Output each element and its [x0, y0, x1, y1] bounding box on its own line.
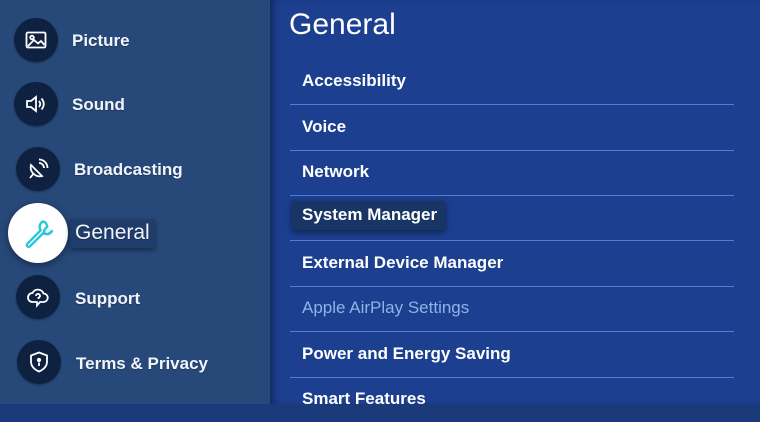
- wrench-icon: [8, 203, 68, 263]
- sidebar-item-sound[interactable]: Sound: [0, 77, 270, 131]
- menu-item-voice[interactable]: Voice: [290, 105, 734, 151]
- page-title: General: [289, 8, 396, 41]
- sidebar-item-label: Terms & Privacy: [76, 354, 208, 373]
- menu-item-system-manager[interactable]: System Manager: [290, 195, 734, 241]
- settings-sidebar: Picture Sound Broadcasting General Suppo…: [0, 0, 270, 404]
- menu-item-label: Smart Features: [302, 389, 426, 408]
- sidebar-item-picture[interactable]: Picture: [0, 13, 270, 67]
- menu-item-label: Power and Energy Saving: [302, 344, 511, 363]
- sidebar-item-label: Sound: [72, 95, 125, 114]
- sidebar-item-broadcasting[interactable]: Broadcasting: [0, 141, 270, 195]
- shield-icon: [17, 340, 61, 384]
- general-settings-panel: General Accessibility Voice Network Syst…: [270, 0, 760, 408]
- sidebar-item-terms-privacy[interactable]: Terms & Privacy: [0, 335, 270, 389]
- menu-item-external-device-manager[interactable]: External Device Manager: [290, 241, 734, 287]
- menu-item-power-energy-saving[interactable]: Power and Energy Saving: [290, 332, 734, 378]
- sidebar-item-label: Picture: [72, 31, 130, 50]
- menu-item-accessibility[interactable]: Accessibility: [290, 59, 734, 105]
- menu-item-network[interactable]: Network: [290, 150, 734, 196]
- menu-item-apple-airplay-settings[interactable]: Apple AirPlay Settings: [290, 286, 734, 332]
- menu-item-label: External Device Manager: [302, 253, 504, 272]
- menu-item-label: Voice: [302, 117, 347, 136]
- sound-icon: [14, 82, 58, 126]
- menu-item-label: Apple AirPlay Settings: [302, 298, 470, 317]
- menu-item-label: Network: [302, 162, 370, 181]
- broadcasting-icon: [16, 147, 60, 191]
- menu-item-smart-features[interactable]: Smart Features: [290, 377, 734, 422]
- sidebar-item-label: General: [70, 219, 155, 248]
- menu-item-label: Accessibility: [302, 71, 406, 90]
- sidebar-item-label: Support: [75, 289, 141, 308]
- menu-item-label: System Manager: [292, 201, 446, 230]
- sidebar-item-general[interactable]: General: [0, 203, 270, 263]
- support-cloud-icon: [16, 275, 60, 319]
- sidebar-item-support[interactable]: Support: [0, 270, 270, 324]
- picture-icon: [14, 18, 58, 62]
- sidebar-item-label: Broadcasting: [74, 160, 183, 179]
